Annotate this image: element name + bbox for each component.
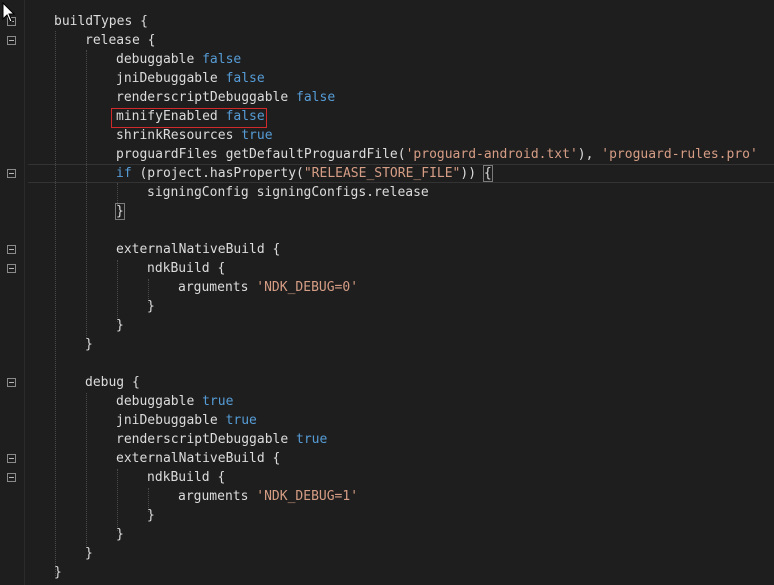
boolean-value: false [296, 90, 336, 105]
property-name: jniDebuggable [116, 71, 218, 86]
code-line[interactable]: } [147, 506, 155, 525]
code-line[interactable]: jniDebuggable true [116, 411, 257, 430]
code-text: } [54, 565, 62, 580]
property-name: jniDebuggable [116, 413, 218, 428]
code-text: proguardFiles getDefaultProguardFile( [116, 147, 406, 162]
code-line[interactable]: arguments 'NDK_DEBUG=0' [178, 278, 358, 297]
property-name: debuggable [116, 394, 195, 409]
code-line[interactable]: externalNativeBuild { [116, 449, 280, 468]
code-line[interactable]: } [85, 335, 93, 354]
code-text: } [116, 527, 124, 542]
boolean-value: false [202, 52, 242, 67]
property-name: renderscriptDebuggable [116, 90, 289, 105]
indent-guide [117, 260, 118, 322]
string-literal: "RELEASE_STORE_FILE" [303, 166, 461, 181]
property-name: shrinkResources [116, 128, 234, 143]
code-text: release { [85, 33, 156, 48]
code-line[interactable]: signingConfig signingConfigs.release [147, 183, 429, 202]
mouse-cursor-icon [2, 2, 16, 23]
code-line[interactable]: proguardFiles getDefaultProguardFile('pr… [116, 145, 758, 164]
code-text: debug { [85, 375, 140, 390]
code-text: )) [460, 166, 484, 181]
property-name: renderscriptDebuggable [116, 432, 289, 447]
code-line[interactable]: } [116, 525, 124, 544]
code-line[interactable]: renderscriptDebuggable true [116, 430, 327, 449]
code-line[interactable]: shrinkResources true [116, 126, 273, 145]
code-text: externalNativeBuild { [116, 451, 281, 466]
boolean-value: true [296, 432, 328, 447]
code-text: } [147, 299, 155, 314]
code-line[interactable]: debuggable true [116, 392, 233, 411]
code-line[interactable]: externalNativeBuild { [116, 240, 280, 259]
code-text: arguments [178, 489, 257, 504]
code-text: } [85, 546, 93, 561]
property-name: debuggable [116, 52, 195, 67]
code-line[interactable]: jniDebuggable false [116, 69, 265, 88]
code-line[interactable]: ndkBuild { [147, 468, 225, 487]
code-line[interactable]: } [54, 563, 62, 582]
string-literal: 'proguard-rules.pro' [601, 147, 758, 162]
code-text: signingConfig signingConfigs.release [147, 185, 429, 200]
string-literal: 'NDK_DEBUG=1' [256, 489, 359, 504]
code-text: externalNativeBuild { [116, 242, 281, 257]
matching-brace: { [482, 165, 493, 182]
fold-toggle-icon[interactable] [7, 36, 16, 45]
code-text: } [116, 318, 124, 333]
code-line[interactable]: } [85, 544, 93, 563]
code-text: buildTypes { [54, 14, 148, 29]
fold-toggle-icon[interactable] [7, 169, 16, 178]
code-line[interactable]: if (project.hasProperty("RELEASE_STORE_F… [116, 164, 493, 183]
code-line[interactable]: renderscriptDebuggable false [116, 88, 335, 107]
code-text: } [147, 508, 155, 523]
boolean-value: true [241, 128, 273, 143]
code-text: arguments [178, 280, 257, 295]
code-line[interactable]: } [115, 202, 125, 221]
code-line[interactable]: } [116, 316, 124, 335]
boolean-value: true [202, 394, 234, 409]
code-text: (project.hasProperty( [131, 166, 304, 181]
string-literal: 'proguard-android.txt' [405, 147, 578, 162]
string-literal: 'NDK_DEBUG=0' [256, 280, 359, 295]
code-line[interactable]: release { [85, 31, 155, 50]
highlight-box [111, 108, 267, 128]
indent-guide [86, 50, 87, 338]
code-line[interactable]: } [147, 297, 155, 316]
code-line[interactable]: debuggable false [116, 50, 241, 69]
keyword: if [116, 166, 132, 181]
code-text: ), [577, 147, 602, 162]
fold-toggle-icon[interactable] [7, 473, 16, 482]
fold-toggle-icon[interactable] [7, 245, 16, 254]
boolean-value: false [225, 71, 265, 86]
code-line[interactable]: ndkBuild { [147, 259, 225, 278]
code-text: ndkBuild { [147, 470, 226, 485]
matching-brace: } [115, 203, 125, 220]
code-editor[interactable]: buildTypes {release {debuggable false jni… [0, 0, 774, 585]
fold-toggle-icon[interactable] [7, 378, 16, 387]
boolean-value: true [225, 413, 257, 428]
fold-toggle-icon[interactable] [7, 264, 16, 273]
indent-guide [86, 393, 87, 548]
code-text: ndkBuild { [147, 261, 226, 276]
code-text: } [85, 337, 93, 352]
indent-guide [117, 469, 118, 531]
fold-toggle-icon[interactable] [7, 454, 16, 463]
gutter-divider [24, 0, 25, 585]
indent-guide [55, 31, 56, 576]
code-line[interactable]: buildTypes { [54, 12, 148, 31]
code-line[interactable]: arguments 'NDK_DEBUG=1' [178, 487, 358, 506]
code-line[interactable]: debug { [85, 373, 140, 392]
